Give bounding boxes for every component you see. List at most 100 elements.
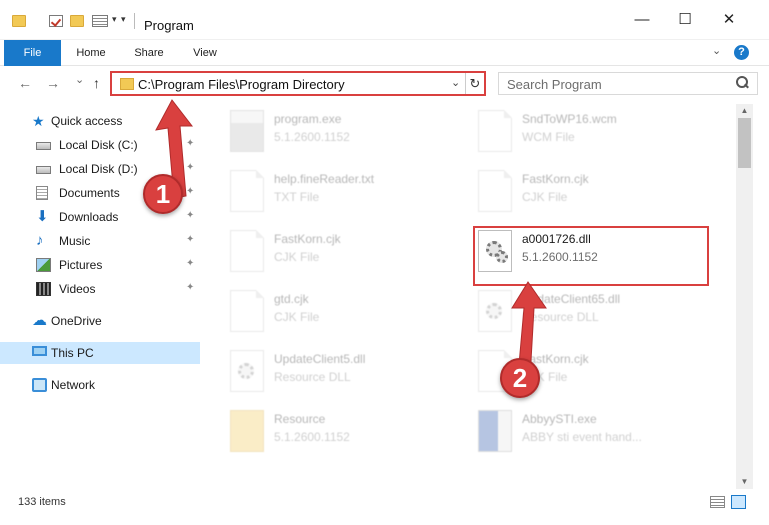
sidebar-item-label: Music [59, 234, 91, 248]
file-item[interactable]: gtd.cjk CJK File [230, 284, 460, 336]
new-folder-icon[interactable] [70, 15, 84, 27]
close-button[interactable]: ✕ [714, 10, 744, 30]
scroll-thumb[interactable] [738, 118, 751, 168]
tab-file[interactable]: File [4, 40, 61, 66]
sidebar-item-music[interactable]: ♪ Music ✦ [0, 230, 200, 252]
file-name: gtd.cjk [274, 292, 309, 306]
recent-locations-icon[interactable]: ⌄ [75, 73, 84, 86]
maximize-button[interactable]: ☐ [670, 10, 700, 30]
computer-icon [32, 346, 47, 356]
title-bar: ▾ ▾ Program — ☐ ✕ [0, 0, 769, 40]
cloud-icon: ☁ [32, 312, 47, 329]
network-icon [32, 378, 47, 392]
file-name: program.exe [274, 112, 342, 126]
back-button[interactable]: ← [18, 75, 32, 91]
file-subtitle: CJK File [522, 190, 568, 204]
file-item[interactable]: FastKorn.cjk CJK File [478, 164, 708, 216]
sidebar-item-onedrive[interactable]: ☁ OneDrive [0, 310, 200, 332]
drive-icon [36, 142, 51, 150]
dll-icon [230, 350, 264, 392]
scroll-up-icon[interactable]: ▲ [736, 104, 753, 118]
search-placeholder: Search Program [507, 77, 602, 92]
exe-icon [478, 410, 512, 452]
file-item[interactable]: Resource 5.1.2600.1152 [230, 404, 460, 456]
sidebar-item-label: OneDrive [51, 314, 102, 328]
sidebar-item-network[interactable]: Network [0, 374, 200, 396]
minimize-button[interactable]: — [627, 10, 657, 30]
search-icon [736, 76, 750, 90]
document-icon [230, 170, 264, 212]
sidebar-item-this-pc[interactable]: This PC [0, 342, 200, 364]
pin-icon[interactable]: ✦ [186, 282, 194, 293]
help-icon[interactable]: ? [734, 45, 749, 60]
pin-icon[interactable]: ✦ [186, 258, 194, 269]
file-item[interactable]: AbbyySTI.exe ABBY sti event hand... [478, 404, 708, 456]
folder-icon [120, 78, 134, 90]
document-icon [478, 110, 512, 152]
sidebar-item-label: Documents [59, 186, 120, 200]
file-subtitle: ABBY sti event hand... [522, 430, 642, 444]
toolbar-dropdown-icon[interactable]: ▾ [121, 14, 126, 25]
address-dropdown-icon[interactable]: ⌄ [451, 76, 460, 89]
address-bar[interactable]: C:\Program Files\Program Directory ⌄ ↻ [110, 71, 486, 96]
status-bar: 133 items [0, 489, 769, 525]
file-name: FastKorn.cjk [522, 172, 589, 186]
large-icons-view-icon[interactable] [731, 495, 746, 509]
file-name: SndToWP16.wcm [522, 112, 617, 126]
document-icon [230, 230, 264, 272]
file-subtitle: Resource DLL [274, 370, 351, 384]
step-badge-1: 1 [143, 174, 183, 214]
sidebar-item-label: Network [51, 378, 96, 392]
folder-icon [12, 15, 26, 27]
sidebar-item-pictures[interactable]: Pictures ✦ [0, 254, 200, 276]
address-path[interactable]: C:\Program Files\Program Directory [138, 77, 345, 92]
vertical-scrollbar[interactable]: ▲ ▼ [736, 104, 753, 489]
title-separator [134, 13, 135, 29]
file-subtitle: 5.1.2600.1152 [274, 130, 350, 144]
sidebar-item-label: This PC [51, 346, 94, 360]
star-icon: ★ [32, 113, 45, 129]
up-button[interactable]: ↑ [93, 75, 100, 91]
ribbon: File Home Share View ⌄ ? [0, 40, 769, 66]
file-name: UpdateClient5.dll [274, 352, 366, 366]
exe-icon [230, 110, 264, 152]
step-badge-2: 2 [500, 358, 540, 398]
sidebar-item-label: Pictures [59, 258, 103, 272]
file-subtitle: TXT File [274, 190, 320, 204]
file-item[interactable]: FastKorn.cjk CJK File [230, 224, 460, 276]
properties-check-icon[interactable] [49, 15, 63, 27]
properties-icon[interactable] [92, 15, 108, 27]
sidebar-item-label: Local Disk (D:) [59, 162, 138, 176]
scroll-down-icon[interactable]: ▼ [736, 475, 753, 489]
file-list: program.exe 5.1.2600.1152 SndToWP16.wcm … [202, 104, 736, 489]
file-subtitle: CJK File [274, 250, 320, 264]
file-name: FastKorn.cjk [274, 232, 341, 246]
tab-share[interactable]: Share [126, 40, 172, 66]
sidebar-item-label: Quick access [51, 114, 123, 128]
customize-toolbar-chevron-icon[interactable]: ▾ [112, 14, 117, 25]
file-name: Resource [274, 412, 326, 426]
details-view-icon[interactable] [710, 496, 725, 508]
highlight-box [473, 226, 709, 286]
file-item[interactable]: help.fineReader.txt TXT File [230, 164, 460, 216]
tab-view[interactable]: View [182, 40, 228, 66]
pin-icon[interactable]: ✦ [186, 234, 194, 245]
videos-icon [36, 282, 51, 296]
sidebar-item-videos[interactable]: Videos ✦ [0, 278, 200, 300]
file-subtitle: 5.1.2600.1152 [274, 430, 350, 444]
document-icon [230, 290, 264, 332]
sidebar-item-label: Local Disk (C:) [59, 138, 138, 152]
file-name: AbbyySTI.exe [522, 412, 597, 426]
search-input[interactable]: Search Program [498, 72, 758, 95]
refresh-button[interactable]: ↻ [465, 73, 484, 94]
file-item[interactable]: SndToWP16.wcm WCM File [478, 104, 708, 156]
expand-ribbon-icon[interactable]: ⌄ [712, 44, 721, 57]
tab-home[interactable]: Home [66, 40, 116, 66]
file-item[interactable]: UpdateClient5.dll Resource DLL [230, 344, 460, 396]
drive-icon [36, 166, 51, 174]
document-icon [478, 170, 512, 212]
window-title: Program [144, 18, 194, 33]
file-item[interactable]: program.exe 5.1.2600.1152 [230, 104, 460, 156]
forward-button[interactable]: → [46, 75, 60, 91]
documents-icon [36, 186, 48, 200]
